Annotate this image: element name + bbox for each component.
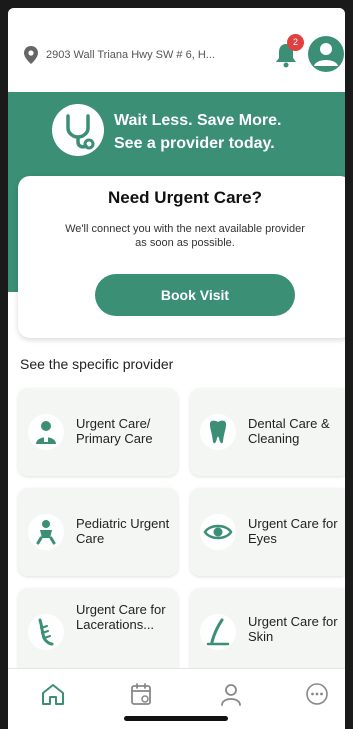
skin-icon — [200, 614, 236, 650]
profile-icon[interactable] — [218, 681, 244, 707]
provider-tile-lacerations[interactable]: Urgent Care for Lacerations... — [18, 588, 178, 676]
provider-tile-label: Dental Care & Cleaning — [248, 416, 330, 446]
provider-tile-skin[interactable]: Urgent Care for Skin — [190, 588, 345, 676]
provider-tile-eyes[interactable]: Urgent Care for Eyes — [190, 488, 345, 576]
urgent-care-card: Need Urgent Care? We'll connect you with… — [18, 176, 345, 338]
provider-tile-label: Urgent Care for Skin — [248, 614, 338, 644]
provider-tile-pediatric[interactable]: Pediatric Urgent Care — [18, 488, 178, 576]
hero-headline: Wait Less. Save More. — [114, 112, 282, 129]
hero-subheadline: See a provider today. — [114, 135, 275, 152]
location-address[interactable]: 2903 Wall Triana Hwy SW # 6, H... — [46, 49, 256, 61]
baby-icon — [28, 514, 64, 550]
provider-tile-label: Pediatric Urgent Care — [76, 516, 170, 546]
provider-tile-label: Urgent Care for Eyes — [248, 516, 338, 546]
doctor-icon — [28, 414, 64, 450]
device-frame: 2903 Wall Triana Hwy SW # 6, H... 2 Wait… — [0, 0, 353, 729]
more-icon[interactable] — [304, 681, 330, 707]
tooth-icon — [200, 414, 236, 450]
calendar-icon[interactable] — [128, 681, 154, 707]
eye-icon — [200, 514, 236, 550]
provider-tile-dental[interactable]: Dental Care & Cleaning — [190, 388, 345, 476]
bandage-icon — [28, 614, 64, 650]
bottom-navigation — [8, 668, 345, 729]
book-visit-button[interactable]: Book Visit — [95, 274, 295, 316]
top-bar: 2903 Wall Triana Hwy SW # 6, H... 2 — [8, 8, 345, 92]
urgent-card-title: Need Urgent Care? — [108, 188, 262, 207]
stethoscope-icon — [52, 104, 104, 156]
provider-section-label: See the specific provider — [20, 356, 174, 372]
provider-tile-primary-care[interactable]: Urgent Care/ Primary Care — [18, 388, 178, 476]
provider-tile-label: Urgent Care for Lacerations... — [76, 602, 166, 632]
account-avatar-icon[interactable] — [308, 36, 344, 72]
notification-badge: 2 — [287, 34, 304, 51]
home-indicator — [124, 716, 228, 721]
urgent-card-description: We'll connect you with the next availabl… — [65, 223, 305, 249]
provider-tile-label: Urgent Care/ Primary Care — [76, 416, 153, 446]
app-screen: 2903 Wall Triana Hwy SW # 6, H... 2 Wait… — [8, 8, 345, 729]
location-pin-icon[interactable] — [24, 46, 38, 64]
home-icon[interactable] — [40, 681, 66, 707]
